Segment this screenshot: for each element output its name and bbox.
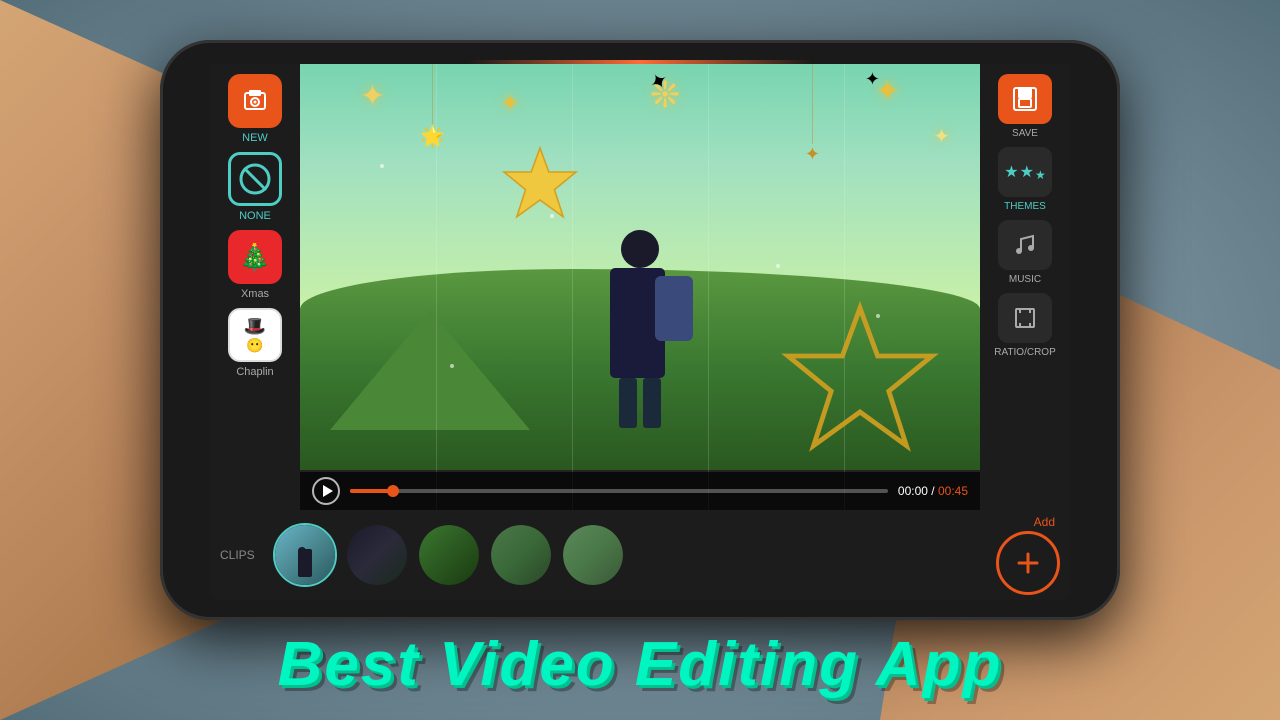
themes-icon: ★ ★ ★ <box>998 147 1052 197</box>
clip-thumb-1[interactable] <box>273 523 337 587</box>
phone-power-button <box>1118 180 1120 260</box>
phone-screen: NEW NONE 🎄 <box>210 60 1070 600</box>
right-sidebar: SAVE ★ ★ ★ THEMES <box>980 64 1070 510</box>
time-display: 00:00 / 00:45 <box>898 484 968 498</box>
star-decoration <box>780 300 940 460</box>
playback-bar: 00:00 / 00:45 <box>300 472 980 510</box>
themes-star-3: ★ <box>1035 168 1046 182</box>
ratio-crop-button[interactable]: RATIO/CROP <box>994 293 1055 358</box>
progress-handle[interactable] <box>387 485 399 497</box>
time-separator: / <box>931 484 938 498</box>
xmas-icon: 🎄 <box>228 230 282 284</box>
clips-area: CLIPS Add <box>210 510 1070 600</box>
clip-thumb-3[interactable] <box>417 523 481 587</box>
chaplin-label: Chaplin <box>236 366 273 378</box>
ratio-label: RATIO/CROP <box>994 347 1055 358</box>
new-icon <box>228 74 282 128</box>
ornament-2: ✦ <box>805 64 820 165</box>
sparkle <box>550 214 554 218</box>
main-content: NEW NONE 🎄 <box>210 64 1070 510</box>
none-button[interactable]: NONE <box>228 152 282 222</box>
none-label: NONE <box>239 210 271 222</box>
add-area: Add <box>996 515 1060 595</box>
music-button[interactable]: MUSIC <box>998 220 1052 285</box>
progress-bar[interactable] <box>350 489 888 493</box>
person-figure <box>580 230 700 450</box>
clips-label: CLIPS <box>220 548 260 562</box>
new-label: NEW <box>242 132 268 144</box>
music-icon <box>998 220 1052 270</box>
current-time: 00:00 <box>898 484 928 498</box>
left-sidebar: NEW NONE 🎄 <box>210 64 300 510</box>
clip-thumb-4[interactable] <box>489 523 553 587</box>
save-button[interactable]: SAVE <box>998 74 1052 139</box>
save-icon <box>998 74 1052 124</box>
chaplin-button[interactable]: 🎩 😶 Chaplin <box>228 308 282 378</box>
sparkle <box>380 164 384 168</box>
music-label: MUSIC <box>1009 274 1041 285</box>
sparkle <box>776 264 780 268</box>
bottom-tagline: Best Video Editing App <box>0 629 1280 700</box>
play-button[interactable] <box>312 477 340 505</box>
sparkle <box>450 364 454 368</box>
total-time: 00:45 <box>938 484 968 498</box>
themes-star-1: ★ <box>1004 162 1018 182</box>
xmas-label: Xmas <box>241 288 269 300</box>
ratio-icon <box>998 293 1052 343</box>
xmas-button[interactable]: 🎄 Xmas <box>228 230 282 300</box>
sparkle <box>876 314 880 318</box>
star-decoration-2 <box>500 144 580 224</box>
add-clip-button[interactable] <box>996 531 1060 595</box>
new-button[interactable]: NEW <box>228 74 282 144</box>
none-icon <box>228 152 282 206</box>
phone: NEW NONE 🎄 <box>160 40 1120 620</box>
play-icon <box>323 485 333 497</box>
ornament-1: 🌟 <box>420 64 445 149</box>
video-area[interactable]: ✦ ✦ ❊ ✦ ✦ ✦ ✦ 🌟 <box>300 64 980 510</box>
phone-volume-button <box>160 180 162 240</box>
themes-star-2: ★ <box>1020 162 1034 182</box>
add-label: Add <box>1034 515 1055 529</box>
clip-thumb-2[interactable] <box>345 523 409 587</box>
themes-label: THEMES <box>1004 201 1046 212</box>
save-label: SAVE <box>1012 128 1038 139</box>
kite-decoration-2: ✦ <box>865 69 880 90</box>
chaplin-icon: 🎩 😶 <box>228 308 282 362</box>
clip-thumb-5[interactable] <box>561 523 625 587</box>
themes-button[interactable]: ★ ★ ★ THEMES <box>998 147 1052 212</box>
